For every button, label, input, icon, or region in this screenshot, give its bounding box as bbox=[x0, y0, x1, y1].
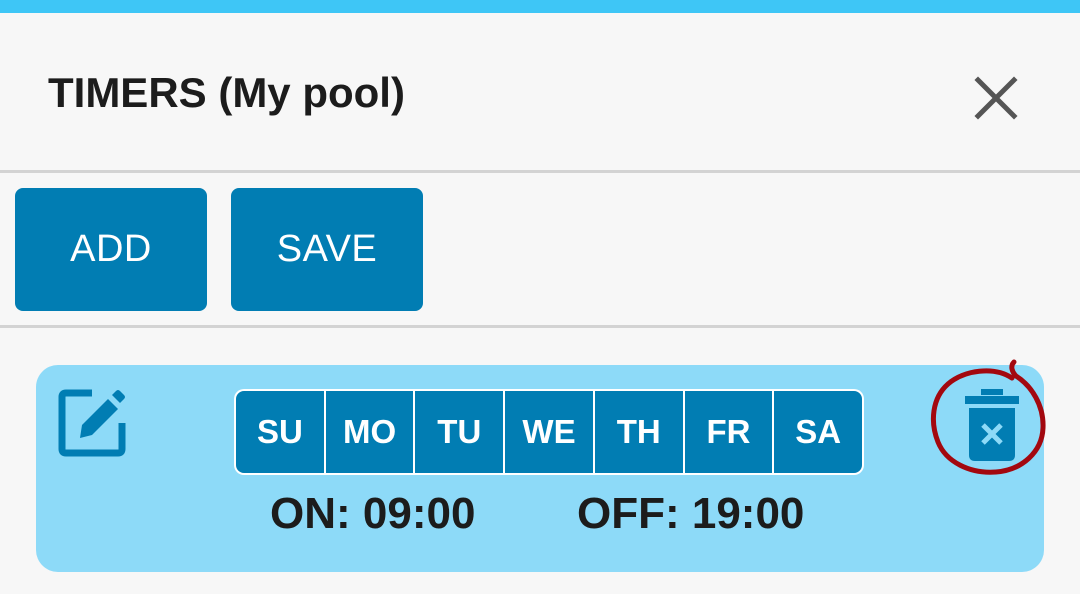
status-bar bbox=[0, 0, 1080, 13]
trash-icon[interactable] bbox=[961, 385, 1023, 465]
day-wednesday[interactable]: WE bbox=[505, 391, 593, 473]
day-monday[interactable]: MO bbox=[325, 391, 414, 473]
day-sunday[interactable]: SU bbox=[236, 391, 324, 473]
timer-card: SU MO TU WE TH FR SA ON: 09:00 OFF: 19:0… bbox=[36, 365, 1044, 572]
day-friday[interactable]: FR bbox=[684, 391, 773, 473]
add-button[interactable]: ADD bbox=[15, 188, 207, 311]
save-button[interactable]: SAVE bbox=[231, 188, 423, 311]
day-thursday[interactable]: TH bbox=[594, 391, 683, 473]
header-divider bbox=[0, 170, 1080, 173]
close-button[interactable] bbox=[966, 70, 1026, 126]
off-time: OFF: 19:00 bbox=[577, 489, 805, 538]
on-time: ON: 09:00 bbox=[270, 489, 476, 538]
weekday-selector: SU MO TU WE TH FR SA bbox=[234, 389, 864, 475]
toolbar-divider bbox=[0, 325, 1080, 328]
day-tuesday[interactable]: TU bbox=[415, 391, 504, 473]
day-saturday[interactable]: SA bbox=[774, 391, 863, 473]
page-title: TIMERS (My pool) bbox=[48, 69, 405, 116]
close-icon bbox=[974, 76, 1018, 120]
edit-icon[interactable] bbox=[58, 387, 128, 457]
